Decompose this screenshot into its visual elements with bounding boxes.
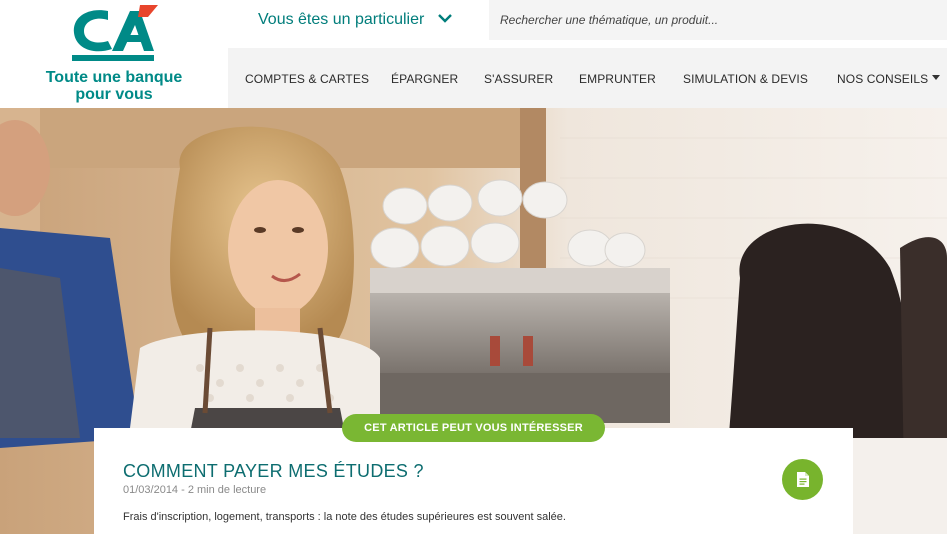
document-icon (796, 472, 809, 487)
article-document-button[interactable] (782, 459, 823, 500)
ca-logo (72, 5, 158, 61)
caret-down-icon (932, 75, 940, 80)
article-description: Frais d'inscription, logement, transport… (123, 511, 566, 523)
nav-item-emprunter[interactable]: EMPRUNTER (579, 72, 656, 86)
nav-item-epargner[interactable]: ÉPARGNER (391, 72, 458, 86)
nav-item-nos-conseils[interactable]: NOS CONSEILS (837, 72, 928, 86)
main-nav: COMPTES & CARTES ÉPARGNER S'ASSURER EMPR… (228, 48, 947, 108)
tagline-line1: Toute une banque (45, 69, 183, 86)
tagline-line2: pour vous (75, 86, 153, 103)
persona-label: Vous êtes un particulier (258, 11, 425, 28)
site-header: Toute une banque pour vous Vous êtes un … (0, 0, 947, 108)
brand-logo-link[interactable]: Toute une banque pour vous (0, 0, 228, 108)
nav-item-comptes-cartes[interactable]: COMPTES & CARTES (245, 72, 369, 86)
article-meta: 01/03/2014 - 2 min de lecture (123, 484, 267, 496)
chevron-down-icon (438, 13, 453, 23)
persona-selector[interactable]: Vous êtes un particulier (228, 0, 488, 40)
search-bar (489, 0, 947, 40)
search-input[interactable] (500, 13, 930, 27)
article-badge: CET ARTICLE PEUT VOUS INTÉRESSER (342, 414, 605, 442)
nav-item-assurer[interactable]: S'ASSURER (484, 72, 553, 86)
article-title[interactable]: COMMENT PAYER MES ÉTUDES ? (123, 461, 424, 482)
nav-item-simulation-devis[interactable]: SIMULATION & DEVIS (683, 72, 808, 86)
article-card[interactable]: COMMENT PAYER MES ÉTUDES ? 01/03/2014 - … (94, 428, 853, 534)
